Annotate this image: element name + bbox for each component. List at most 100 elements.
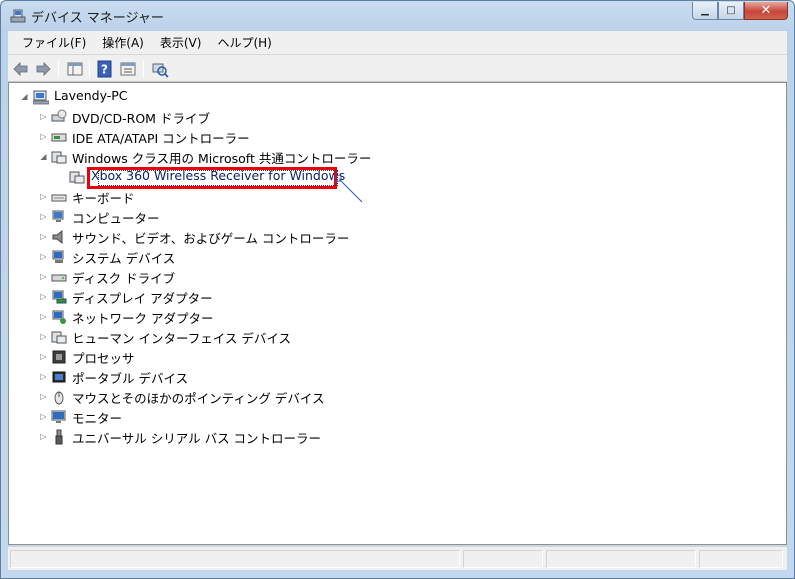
network-adapter-icon [51,309,67,325]
mouse-icon [51,389,67,405]
tree-item-label: ディスク ドライブ [72,271,176,286]
computer-icon [33,90,49,105]
tree-item[interactable]: ▷ IDE ATA/ATAPI コントローラー [39,127,439,147]
system-device-icon [51,249,67,265]
toolbar-separator [89,60,90,78]
expand-arrow-icon[interactable]: ▷ [39,312,48,321]
tree-item-label: コンピューター [72,211,160,226]
dvd-drive-icon [51,109,67,125]
controller-device-icon [69,169,85,185]
processor-icon [51,349,67,365]
tree-item[interactable]: ▷ キーボード [39,187,439,207]
expand-arrow-icon[interactable]: ▷ [39,252,48,261]
expand-arrow-icon[interactable]: ▷ [39,232,48,241]
ide-controller-icon [51,129,67,145]
monitor-icon [51,409,67,425]
portable-device-icon [51,369,67,385]
tree-item[interactable]: ▷ ポータブル デバイス [39,367,439,387]
expand-arrow-icon[interactable]: ▷ [39,112,48,121]
collapse-arrow-icon[interactable]: ◢ [20,92,29,101]
expand-arrow-icon[interactable]: ▷ [39,412,48,421]
status-pane-3 [546,550,696,568]
maximize-button[interactable]: □ [718,2,744,20]
tree-item-label: ユニバーサル シリアル バス コントローラー [72,431,322,446]
tree-item-label: キーボード [72,191,135,206]
expand-arrow-icon[interactable]: ▷ [39,372,48,381]
svg-text:?: ? [101,63,108,77]
tree-item[interactable]: ▷ ネットワーク アダプター [39,307,439,327]
minimize-button[interactable]: ▁ [692,2,718,20]
keyboard-icon [51,189,67,205]
caption-buttons: ▁ □ ✕ [692,2,788,21]
tree-item-label: Windows クラス用の Microsoft 共通コントローラー [72,151,372,166]
forward-arrow-icon[interactable] [34,60,52,78]
scan-hardware-changes-icon[interactable] [151,60,169,78]
device-manager-window: デバイス マネージャー ▁ □ ✕ ファイル(F) 操作(A) 表示(V) ヘル… [0,0,795,579]
tree-item[interactable]: ▷ DVD/CD-ROM ドライブ [39,107,439,127]
computer-icon [51,209,67,225]
tree-item-label: DVD/CD-ROM ドライブ [72,111,210,126]
usb-icon [51,429,67,445]
minimize-icon: ▁ [701,5,709,16]
device-manager-icon [10,9,26,23]
menu-help[interactable]: ヘルプ(H) [209,32,279,53]
tree-item-label: マウスとそのほかのポインティング デバイス [72,391,325,406]
speaker-icon [51,229,67,245]
display-adapter-icon [51,289,67,305]
tree-item[interactable]: ▷ ディスク ドライブ [39,267,439,287]
show-hide-console-tree-icon[interactable] [66,60,84,78]
tree-item-label: システム デバイス [72,251,176,266]
tree-item-label: プロセッサ [72,351,135,366]
tree-item[interactable]: ◢ Windows クラス用の Microsoft 共通コントローラー [39,147,439,167]
tree-item[interactable]: ▷ ディスプレイ アダプター [39,287,439,307]
tree-item-label: IDE ATA/ATAPI コントローラー [72,131,250,146]
title-bar[interactable]: デバイス マネージャー ▁ □ ✕ [1,1,794,31]
expand-arrow-icon[interactable]: ▷ [39,332,48,341]
properties-icon[interactable] [119,60,137,78]
status-pane-2 [463,550,543,568]
tree-root[interactable]: ◢ Lavendy-PC [17,87,217,107]
close-icon: ✕ [760,3,772,18]
tree-item-label: ネットワーク アダプター [72,311,214,326]
expand-arrow-icon[interactable]: ▷ [39,432,48,441]
disk-drive-icon [51,269,67,285]
expand-arrow-icon[interactable]: ▷ [39,292,48,301]
collapse-arrow-icon[interactable]: ◢ [39,152,48,161]
selection-focus-rect [98,170,338,186]
toolbar-separator [58,60,59,78]
tree-item[interactable]: ▷ コンピューター [39,207,439,227]
expand-arrow-icon[interactable]: ▷ [39,352,48,361]
controller-icon [51,149,67,165]
tree-item-label: モニター [72,411,123,426]
tree-item-label: ディスプレイ アダプター [72,291,213,306]
hid-icon [51,329,67,345]
close-button[interactable]: ✕ [744,2,788,20]
tree-item[interactable]: ▷ プロセッサ [39,347,439,367]
menu-view[interactable]: 表示(V) [152,32,210,53]
expand-arrow-icon[interactable]: ▷ [39,272,48,281]
device-tree[interactable]: ◢ Lavendy-PC ▷ DVD/CD-ROM ドライブ ▷ IDE ATA/AT… [8,82,787,545]
window-title: デバイス マネージャー [31,11,164,26]
menu-file[interactable]: ファイル(F) [14,32,94,53]
tree-item[interactable]: ▷ マウスとそのほかのポインティング デバイス [39,387,439,407]
menu-action[interactable]: 操作(A) [94,32,152,53]
tree-item[interactable]: ▷ モニター [39,407,439,427]
status-pane-4 [699,550,783,568]
status-pane-main [10,550,460,568]
expand-arrow-icon[interactable]: ▷ [39,392,48,401]
toolbar: ? [8,54,787,82]
tree-item[interactable]: ▷ ユニバーサル シリアル バス コントローラー [39,427,439,447]
tree-item[interactable]: ▷ ヒューマン インターフェイス デバイス [39,327,439,347]
help-icon[interactable]: ? [96,60,114,78]
tree-item-label: ヒューマン インターフェイス デバイス [72,331,291,346]
tree-item[interactable]: ▷ サウンド、ビデオ、およびゲーム コントローラー [39,227,439,247]
tree-item[interactable]: ▷ システム デバイス [39,247,439,267]
toolbar-separator [143,60,144,78]
tree-item-label: ポータブル デバイス [72,371,189,386]
menu-bar: ファイル(F) 操作(A) 表示(V) ヘルプ(H) [8,31,787,54]
tree-item-label: サウンド、ビデオ、およびゲーム コントローラー [72,231,350,246]
expand-arrow-icon[interactable]: ▷ [39,192,48,201]
expand-arrow-icon[interactable]: ▷ [39,132,48,141]
back-arrow-icon[interactable] [12,60,30,78]
expand-arrow-icon[interactable]: ▷ [39,212,48,221]
